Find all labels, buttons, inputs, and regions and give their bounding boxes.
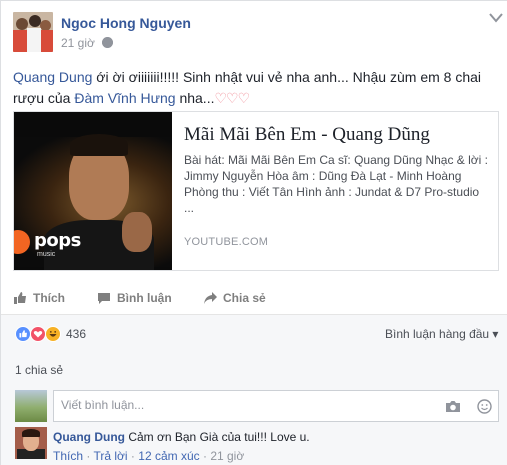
share-label: Chia sẻ — [223, 291, 266, 305]
haha-reaction-icon[interactable] — [45, 326, 61, 342]
mention-link[interactable]: Đàm Vĩnh Hưng — [74, 90, 175, 106]
chevron-down-icon[interactable] — [489, 13, 503, 23]
comment-input-box[interactable] — [53, 390, 499, 422]
hearts-emoji: ♡♡♡ — [214, 90, 250, 106]
like-reaction-icon[interactable] — [15, 326, 31, 342]
post-timestamp[interactable]: 21 giờ — [61, 36, 95, 50]
camera-icon[interactable] — [445, 400, 461, 413]
comments-section: Quang Dung Cảm ơn Bạn Già của tui!!! Lov… — [1, 383, 507, 465]
link-preview-body[interactable]: Mãi Mãi Bên Em - Quang Dũng Bài hát: Mãi… — [184, 112, 494, 270]
post-text-part: nha... — [175, 90, 215, 106]
comment-like-link[interactable]: Thích — [53, 449, 83, 463]
love-reaction-icon[interactable] — [30, 326, 46, 342]
comment-time[interactable]: 21 giờ — [210, 449, 244, 463]
shares-bar: 1 chia sẻ — [1, 353, 507, 383]
facebook-post: Ngoc Hong Nguyen 21 giờ Quang Dung ới ời… — [0, 0, 507, 465]
comment-sort-dropdown[interactable]: Bình luận hàng đầu ▾ — [385, 327, 498, 341]
comment-icon — [98, 293, 110, 304]
like-label: Thích — [33, 291, 65, 305]
thumbs-up-icon — [14, 292, 26, 304]
video-thumbnail[interactable]: pops music — [14, 112, 172, 270]
post-text: Quang Dung ới ời ơiiiiiii!!!!! Sinh nhật… — [13, 67, 498, 109]
audience-icon — [102, 37, 113, 48]
author-avatar[interactable] — [13, 12, 53, 52]
mention-link[interactable]: Quang Dung — [13, 69, 92, 85]
current-user-avatar[interactable] — [15, 390, 47, 422]
share-icon — [204, 292, 217, 304]
comment-reply-link[interactable]: Trả lời — [93, 449, 127, 463]
link-description: Bài hát: Mãi Mãi Bên Em Ca sĩ: Quang Dũn… — [184, 153, 489, 215]
reactions-bar: 436 Bình luận hàng đầu ▾ — [1, 315, 507, 353]
comment-body: Quang Dung Cảm ơn Bạn Già của tui!!! Lov… — [53, 430, 310, 444]
comment-meta: Thích · Trả lời · 12 cảm xúc · 21 giờ — [53, 449, 244, 463]
link-domain: YOUTUBE.COM — [184, 236, 269, 248]
pops-music-logo: pops music — [14, 224, 81, 258]
comment-input[interactable] — [61, 398, 421, 412]
comment-label: Bình luận — [117, 291, 172, 305]
reaction-count[interactable]: 436 — [66, 327, 86, 341]
share-count-link[interactable]: 1 chia sẻ — [15, 363, 63, 377]
emoji-icon[interactable] — [477, 399, 492, 414]
link-preview-card[interactable]: pops music Mãi Mãi Bên Em - Quang Dũng B… — [13, 111, 499, 271]
post-actions: Thích Bình luận Chia sẻ — [13, 290, 313, 308]
link-title[interactable]: Mãi Mãi Bên Em - Quang Dũng — [184, 124, 430, 146]
post-author-name[interactable]: Ngoc Hong Nguyen — [61, 15, 191, 31]
comment-text: Cảm ơn Bạn Già của tui!!! Love u. — [125, 430, 310, 444]
commenter-name[interactable]: Quang Dung — [53, 430, 125, 444]
commenter-avatar[interactable] — [15, 427, 47, 459]
comment-reactions-link[interactable]: 12 cảm xúc — [138, 449, 199, 463]
